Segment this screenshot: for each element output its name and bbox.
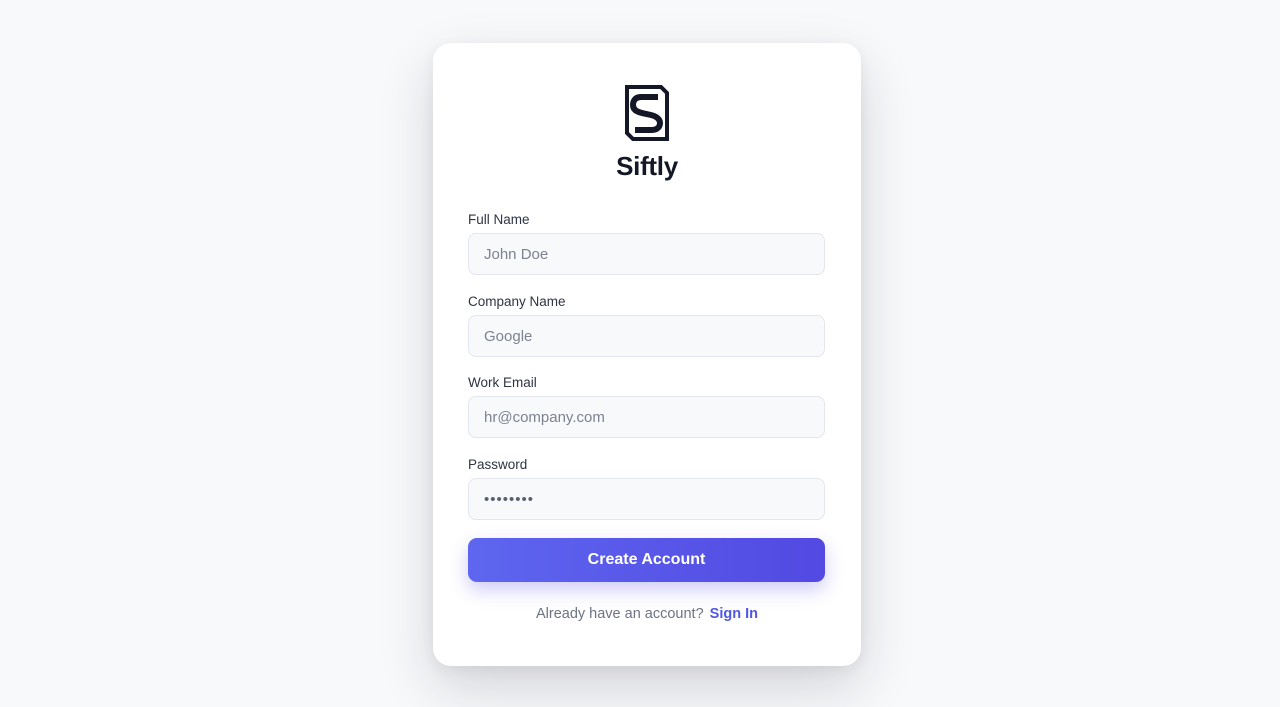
signup-card: Siftly Full Name Company Name Work Email… <box>433 43 861 666</box>
company-name-label: Company Name <box>468 294 566 309</box>
signin-prompt-text: Already have an account? <box>535 606 704 622</box>
work-email-label: Work Email <box>468 375 537 390</box>
work-email-input[interactable] <box>468 396 825 438</box>
signin-prompt: Already have an account? Sign In <box>433 606 861 622</box>
password-label: Password <box>468 457 528 472</box>
brand-name: Siftly <box>616 151 678 181</box>
create-account-button[interactable]: Create Account <box>468 538 825 582</box>
full-name-label: Full Name <box>468 212 530 227</box>
password-input[interactable] <box>468 478 825 520</box>
siftly-logo-icon <box>625 85 669 141</box>
sign-in-link[interactable]: Sign In <box>710 606 758 622</box>
company-name-input[interactable] <box>468 315 825 357</box>
full-name-input[interactable] <box>468 233 825 275</box>
